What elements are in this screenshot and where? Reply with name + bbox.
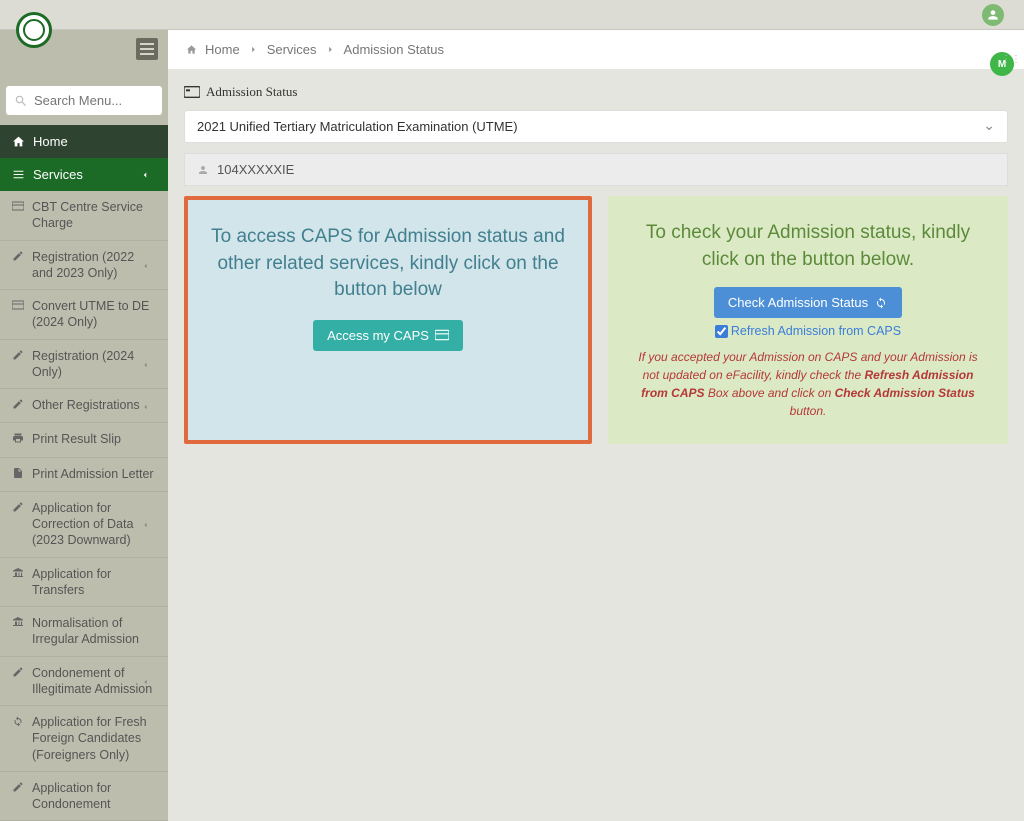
refresh-admission-checkbox[interactable]: Refresh Admission from CAPS xyxy=(715,324,901,338)
sidebar-item[interactable]: Application for Correction of Data (2023… xyxy=(0,492,168,558)
drag-dots-icon: ⋮⋮ xyxy=(1001,58,1021,62)
admission-notice: If you accepted your Admission on CAPS a… xyxy=(630,348,986,420)
edit-icon xyxy=(12,397,32,414)
avatar[interactable] xyxy=(982,4,1004,26)
sidebar-item[interactable]: Convert UTME to DE (2024 Only) xyxy=(0,290,168,340)
breadcrumb-services[interactable]: Services xyxy=(267,42,317,57)
sidebar-item-label: Other Registrations xyxy=(32,397,140,413)
print-icon xyxy=(12,431,32,448)
page-title: Admission Status xyxy=(184,84,1008,100)
nav-services[interactable]: Services xyxy=(0,158,168,191)
sidebar-item[interactable]: Application for Fresh Foreign Candidates… xyxy=(0,706,168,772)
exam-select[interactable]: 2021 Unified Tertiary Matriculation Exam… xyxy=(184,110,1008,143)
sidebar-item[interactable]: Other Registrations xyxy=(0,389,168,423)
topbar xyxy=(0,0,1024,30)
nav-home-label: Home xyxy=(33,134,68,149)
sidebar-item[interactable]: Registration (2024 Only) xyxy=(0,340,168,390)
check-admission-panel: To check your Admission status, kindly c… xyxy=(608,196,1008,444)
edit-icon xyxy=(12,665,32,682)
sidebar-item[interactable]: CBT Centre Service Charge xyxy=(0,191,168,241)
list-icon xyxy=(12,168,25,181)
logo xyxy=(16,12,52,48)
edit-icon xyxy=(12,249,32,266)
card-icon xyxy=(12,199,32,216)
sidebar-item-label: Application for Correction of Data (2023… xyxy=(32,500,156,549)
nav-services-label: Services xyxy=(33,167,83,182)
nav-home[interactable]: Home xyxy=(0,125,168,158)
sidebar-item[interactable]: Registration (2022 and 2023 Only) xyxy=(0,241,168,291)
chevron-right-icon xyxy=(248,44,259,55)
home-icon xyxy=(12,135,25,148)
sidebar: Home Services CBT Centre Service Charge R… xyxy=(0,30,168,821)
bank-icon xyxy=(12,615,32,632)
user-icon xyxy=(197,164,209,176)
search-icon xyxy=(14,94,28,108)
sidebar-item-label: Normalisation of Irregular Admission xyxy=(32,615,156,648)
caps-panel-text: To access CAPS for Admission status and … xyxy=(210,224,566,304)
recycle-icon xyxy=(12,714,32,731)
check-admission-status-button[interactable]: Check Admission Status xyxy=(714,287,902,318)
card-icon xyxy=(12,298,32,315)
sidebar-item[interactable]: Normalisation of Irregular Admission xyxy=(0,607,168,657)
card-icon xyxy=(435,329,449,341)
chevron-right-icon xyxy=(325,44,336,55)
bank-icon xyxy=(12,566,32,583)
edit-icon xyxy=(12,500,32,517)
card-icon xyxy=(184,86,200,98)
reg-number: 104XXXXXIE xyxy=(217,162,294,177)
sidebar-item-label: Registration (2024 Only) xyxy=(32,348,156,381)
sidebar-item[interactable]: Print Result Slip xyxy=(0,423,168,457)
search-input[interactable] xyxy=(6,86,162,115)
refresh-icon xyxy=(874,297,888,309)
sidebar-item-label: Condonement of Illegitimate Admission xyxy=(32,665,156,698)
caps-panel: To access CAPS for Admission status and … xyxy=(184,196,592,444)
doc-icon xyxy=(12,466,32,483)
sidebar-item[interactable]: Print Admission Letter xyxy=(0,458,168,492)
breadcrumb-home[interactable]: Home xyxy=(205,42,240,57)
sidebar-item-label: Print Result Slip xyxy=(32,431,121,447)
sidebar-item[interactable]: Application for Condonement xyxy=(0,772,168,821)
sidebar-item-label: Application for Fresh Foreign Candidates… xyxy=(32,714,156,763)
breadcrumb: Home Services Admission Status xyxy=(168,30,1024,70)
menu-toggle-icon[interactable] xyxy=(136,38,158,60)
sidebar-item-label: Convert UTME to DE (2024 Only) xyxy=(32,298,156,331)
refresh-checkbox-input[interactable] xyxy=(715,325,728,338)
sidebar-item-label: Registration (2022 and 2023 Only) xyxy=(32,249,156,282)
edit-icon xyxy=(12,348,32,365)
sidebar-item-label: Print Admission Letter xyxy=(32,466,154,482)
sidebar-item-label: Application for Transfers xyxy=(32,566,156,599)
check-panel-text: To check your Admission status, kindly c… xyxy=(630,220,986,273)
reg-number-row: 104XXXXXIE xyxy=(184,153,1008,186)
breadcrumb-current: Admission Status xyxy=(344,42,444,57)
access-caps-button[interactable]: Access my CAPS xyxy=(313,320,463,351)
sidebar-item[interactable]: Condonement of Illegitimate Admission xyxy=(0,657,168,707)
home-icon xyxy=(186,44,197,55)
sidebar-item-label: CBT Centre Service Charge xyxy=(32,199,156,232)
sidebar-item[interactable]: Application for Transfers xyxy=(0,558,168,608)
main: Home Services Admission Status Admission… xyxy=(168,30,1024,821)
edit-icon xyxy=(12,780,32,797)
sidebar-item-label: Application for Condonement xyxy=(32,780,156,813)
chevron-left-icon xyxy=(140,170,150,180)
